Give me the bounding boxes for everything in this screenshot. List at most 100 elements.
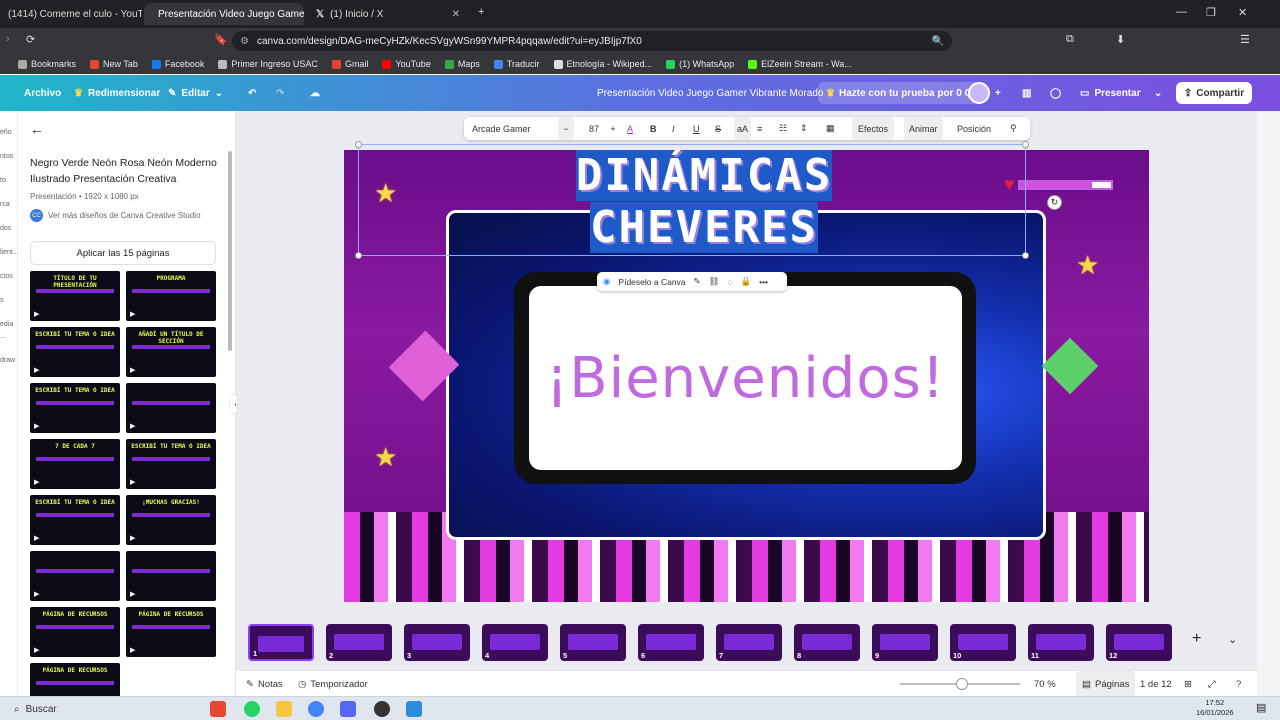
bookmark-item[interactable]: New Tab (90, 59, 138, 69)
redo-icon[interactable]: ↷ (276, 75, 284, 111)
page-thumbnail[interactable]: 7 (716, 624, 782, 661)
bold-icon[interactable]: B (650, 117, 657, 140)
maximize-icon[interactable]: ❐ (1206, 6, 1216, 19)
page-thumbnail[interactable]: 11 (1028, 624, 1094, 661)
resize-handle[interactable] (1022, 252, 1029, 259)
site-info-icon[interactable]: ⚙ (240, 36, 249, 47)
italic-icon[interactable]: I (672, 117, 675, 140)
template-thumbnail[interactable]: PÁGINA DE RECURSOS▶ (30, 663, 120, 696)
template-thumbnail[interactable]: ESCRIBÍ TU TEMA O IDEA ▶ (30, 327, 120, 377)
template-thumbnail[interactable]: PROGRAMA ▶ (126, 271, 216, 321)
page-thumbnail[interactable]: 2 (326, 624, 392, 661)
bookmark-item[interactable]: Gmail (331, 59, 368, 69)
present-button[interactable]: ▭ Presentar (1080, 75, 1141, 111)
pages-button[interactable]: ▤ Páginas (1076, 671, 1136, 697)
bookmark-item[interactable]: Etnología - Wikiped... (553, 59, 652, 69)
template-thumbnail[interactable]: AÑADÍ UN TÍTULO DE SECCIÓN ▶ (126, 327, 216, 377)
template-thumbnail[interactable]: ESCRIBÍ TU TEMA O IDEA ▶ (126, 439, 216, 489)
spacing-icon[interactable]: ⇕ (800, 117, 808, 140)
copy-style-icon[interactable]: ⚲ (1010, 117, 1017, 140)
template-thumbnail[interactable]: ESCRIBÍ TU TEMA O IDEA ▶ (30, 383, 120, 433)
template-thumbnail[interactable]: ▶ (30, 551, 120, 601)
url-field[interactable]: ⚙ canva.com/design/DAG-meCyHZk/KecSVgyWS… (232, 31, 952, 51)
comment-icon[interactable]: ◌ (727, 277, 732, 287)
page-thumbnail[interactable]: 5 (560, 624, 626, 661)
app-icon[interactable] (406, 701, 422, 717)
align-icon[interactable]: ≡ (757, 117, 762, 140)
notes-button[interactable]: ✎ Notas (246, 671, 283, 697)
extensions-icon[interactable]: ⧉ (1066, 33, 1074, 46)
font-size-increase-button[interactable]: + (606, 117, 620, 140)
resize-button[interactable]: ♛ Redimensionar (74, 75, 160, 111)
comments-icon[interactable]: ◯ (1050, 75, 1061, 111)
discord-icon[interactable] (340, 701, 356, 717)
page-thumbnail[interactable]: 6 (638, 624, 704, 661)
clock[interactable]: 17:52 16/01/2026 (1196, 698, 1234, 718)
forward-icon[interactable]: › (6, 33, 10, 45)
add-collaborator-icon[interactable]: + (995, 88, 1001, 99)
share-button[interactable]: ⇪ Compartir (1176, 82, 1252, 104)
rotate-icon[interactable]: ↻ (1047, 195, 1062, 210)
panel-scrollbar[interactable] (228, 151, 232, 351)
resize-handle[interactable] (1022, 141, 1029, 148)
new-tab-icon[interactable]: + (478, 6, 484, 18)
case-icon[interactable]: aA (734, 117, 752, 140)
bookmark-item[interactable]: YouTube (382, 59, 431, 69)
bookmark-item[interactable]: Primer Ingreso USAC (218, 59, 318, 69)
close-window-icon[interactable]: ✕ (1238, 6, 1247, 19)
add-page-icon[interactable]: + (1192, 630, 1201, 648)
zoom-value[interactable]: 70 % (1034, 671, 1056, 697)
chrome-icon[interactable] (308, 701, 324, 717)
page-thumbnail[interactable]: 12 (1106, 624, 1172, 661)
font-size-decrease-button[interactable]: − (558, 117, 574, 140)
tab-youtube[interactable]: (1414) Comeme el culo - YouTube (0, 3, 142, 25)
page-thumbnail[interactable]: 4 (482, 624, 548, 661)
more-icon[interactable]: ••• (759, 277, 768, 287)
template-thumbnail[interactable]: ESCRIBÍ TU TEMA O IDEA ▶ (30, 495, 120, 545)
effects-button[interactable]: Efectos (852, 117, 895, 140)
template-thumbnail[interactable]: PÁGINA DE RECURSOS▶ (126, 607, 216, 657)
tab-canva[interactable]: Presentación Video Juego Gamer ✕ (144, 3, 304, 25)
grid-view-icon[interactable]: ⊞ (1184, 671, 1192, 697)
try-pro-button[interactable]: ♛ Hazte con tu prueba por 0 Q (818, 82, 981, 104)
present-options-icon[interactable]: ⌄ (1154, 75, 1162, 111)
template-thumbnail[interactable]: PÁGINA DE RECURSOS▶ (30, 607, 120, 657)
underline-icon[interactable]: U (693, 117, 700, 140)
bookmark-item[interactable]: ElZeein Stream - Wa... (748, 59, 852, 69)
template-thumbnail[interactable]: ¡MUCHAS GRACIAS! ▶ (126, 495, 216, 545)
back-arrow-icon[interactable]: ← (30, 121, 44, 137)
edit-menu[interactable]: ✎ Editar ⌄ (168, 75, 223, 111)
resize-handle[interactable] (355, 252, 362, 259)
tab-x[interactable]: 𝕏 (1) Inicio / X ✕ (308, 3, 468, 25)
lock-icon[interactable]: 🔒 (741, 276, 752, 287)
font-family-select[interactable]: Arcade Gamer (472, 117, 552, 140)
bookmark-item[interactable]: Bookmarks (18, 59, 76, 69)
link-icon[interactable]: ⛓ (709, 276, 720, 287)
left-tool-labels[interactable]: eño ntos to rca dos lient... ctos s edia… (0, 127, 19, 367)
help-icon[interactable]: ? (1236, 671, 1241, 697)
page-thumbnail[interactable]: 3 (404, 624, 470, 661)
list-icon[interactable]: ☷ (779, 117, 787, 140)
document-title[interactable]: Presentación Video Juego Gamer Vibrante … (597, 75, 823, 111)
page-thumbnail[interactable]: 1 (248, 624, 314, 661)
workspace-scrollbar[interactable] (1257, 111, 1280, 696)
text-color-icon[interactable]: A (627, 117, 633, 140)
bookmark-item[interactable]: Facebook (151, 59, 204, 69)
fullscreen-icon[interactable]: ⤢ (1208, 671, 1216, 697)
template-thumbnail[interactable]: ▶ (126, 383, 216, 433)
position-button[interactable]: Posición (957, 117, 991, 140)
bookmark-item[interactable]: Maps (444, 59, 480, 69)
download-icon[interactable]: ⬇ (1116, 33, 1125, 46)
template-thumbnail[interactable]: ▶ (126, 551, 216, 601)
zoom-icon[interactable]: 🔍 (932, 36, 944, 47)
cloud-save-icon[interactable]: ☁ (310, 75, 320, 111)
strikethrough-icon[interactable]: S (715, 117, 721, 140)
file-explorer-icon[interactable] (276, 701, 292, 717)
taskbar-search[interactable]: ⌕ Buscar (14, 700, 204, 718)
template-author-link[interactable]: CC Ver más diseños de Canva Creative Stu… (30, 209, 201, 222)
transparency-icon[interactable]: ▦ (826, 117, 835, 140)
filmstrip-collapse-icon[interactable]: ⌄ (1228, 633, 1237, 646)
undo-icon[interactable]: ↶ (248, 75, 256, 111)
template-thumbnail[interactable]: TÍTULO DE TU PRESENTACIÓN ▶ (30, 271, 120, 321)
analytics-icon[interactable]: ▥ (1022, 75, 1031, 111)
